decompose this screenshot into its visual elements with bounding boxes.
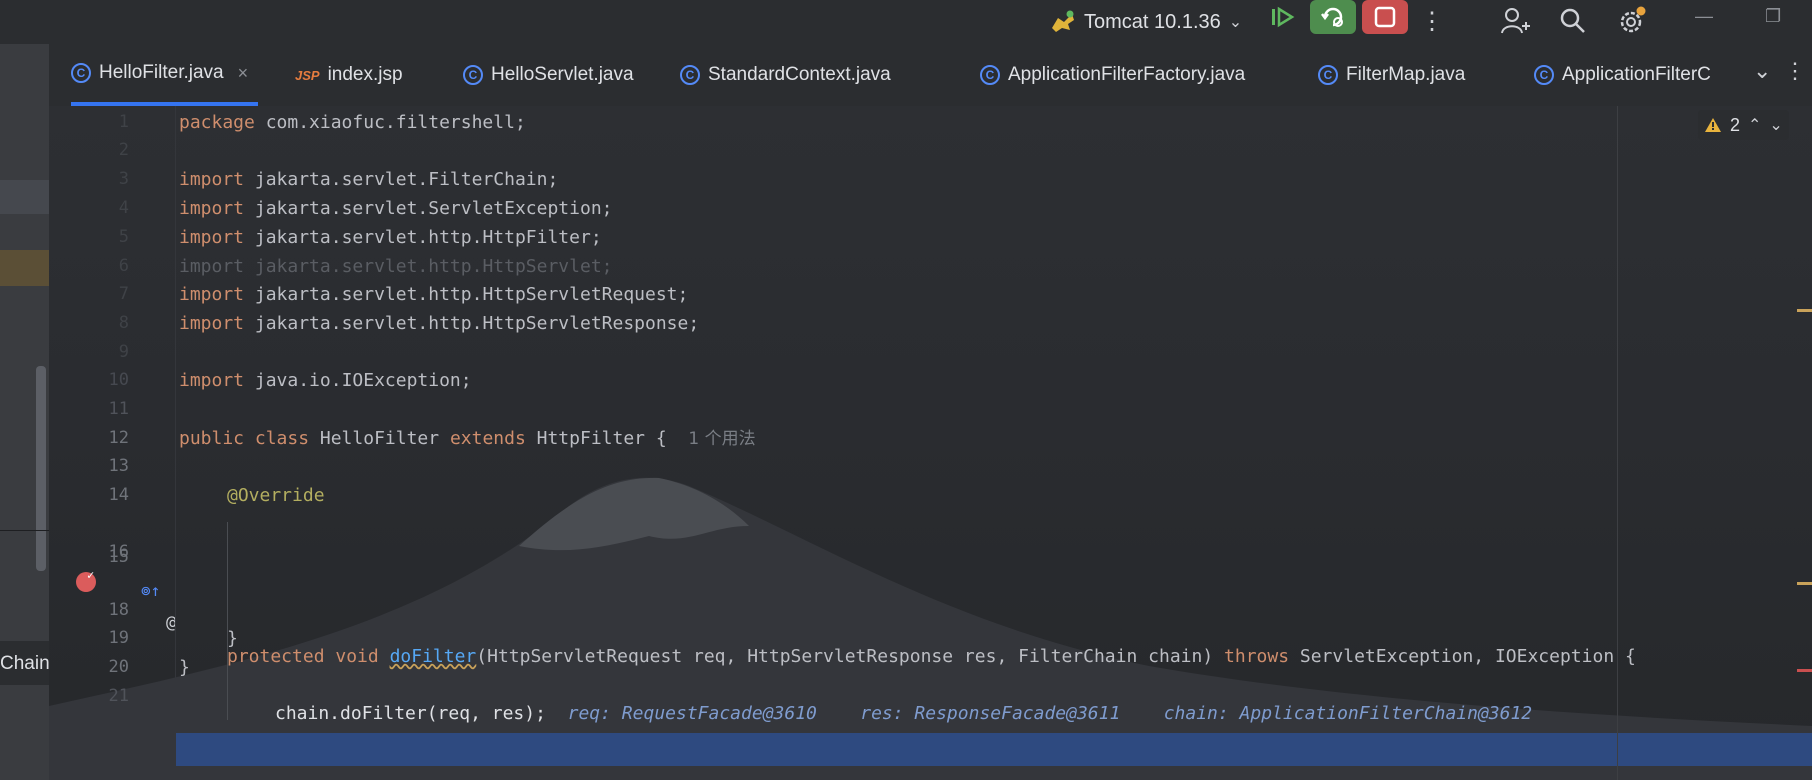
class-icon: C <box>680 65 700 85</box>
chevron-down-icon[interactable]: ⌄ <box>1769 115 1782 135</box>
class-icon: C <box>980 65 1000 85</box>
tab-label: index.jsp <box>327 64 403 85</box>
code-text: jakarta.servlet.http.HttpServletResponse… <box>244 313 700 334</box>
run-config-label: Tomcat 10.1.36 <box>1084 10 1221 33</box>
minimize-icon[interactable]: — <box>1695 6 1713 27</box>
chevron-down-icon[interactable]: ⌄ <box>1229 12 1242 32</box>
tabs-overflow-chevron-icon[interactable]: ⌄ <box>1753 58 1771 84</box>
tab-label: ApplicationFilterFactory.java <box>1008 64 1246 85</box>
restore-icon[interactable]: ❐ <box>1765 6 1781 27</box>
side-fragment-text: Chain) <box>0 653 56 674</box>
code-text: java.io.IOException; <box>244 370 472 391</box>
keyword: public class <box>179 428 310 449</box>
execution-point-highlight <box>175 733 1812 766</box>
code-text: HttpFilter { <box>525 428 667 449</box>
search-icon[interactable] <box>1555 6 1591 36</box>
keyword: import <box>179 313 245 334</box>
resume-icon <box>1272 6 1295 28</box>
code-text: jakarta.servlet.http.HttpFilter; <box>244 227 602 248</box>
code-text: } <box>227 628 238 649</box>
class-icon: C <box>71 63 91 83</box>
breakpoint-check-icon: ✓ <box>87 568 95 582</box>
keyword: import <box>179 370 245 391</box>
class-icon: C <box>1318 65 1338 85</box>
keyword: import <box>179 227 245 248</box>
tab-label: ApplicationFilterC <box>1562 64 1711 85</box>
panel-divider <box>0 530 49 531</box>
class-icon: C <box>1534 65 1554 85</box>
tab-applicationfilterfactory[interactable]: C ApplicationFilterFactory.java <box>980 44 1245 106</box>
right-margin-guide <box>1617 106 1618 780</box>
tomcat-icon <box>1050 10 1076 34</box>
stop-icon <box>1374 6 1396 28</box>
warning-stripe-marker[interactable] <box>1797 582 1812 585</box>
warning-icon <box>1705 118 1721 132</box>
project-panel-row[interactable] <box>0 180 49 214</box>
tabs-more-icon[interactable]: ⋮ <box>1784 58 1806 84</box>
keyword: import <box>179 256 245 277</box>
gutter-separator <box>175 106 176 780</box>
class-icon: C <box>463 65 483 85</box>
tab-hellofilter[interactable]: C HelloFilter.java × <box>71 44 259 106</box>
more-icon[interactable]: ⋮ <box>1414 6 1450 36</box>
code-editor[interactable]: 1 package com.xiaofuc.filtershell; 2 3 imp… <box>49 106 1812 780</box>
code-text: jakarta.servlet.ServletException; <box>244 198 613 219</box>
block-guide <box>227 522 228 720</box>
project-panel: Chain) <box>0 44 56 780</box>
tab-label: FilterMap.java <box>1346 64 1466 85</box>
unused-import-text: jakarta.servlet.http.HttpServlet; <box>244 256 613 277</box>
project-panel-row-selected[interactable] <box>0 250 49 286</box>
resume-button[interactable] <box>1260 0 1306 34</box>
keyword: import <box>179 198 245 219</box>
code-text: jakarta.servlet.FilterChain; <box>244 169 559 190</box>
code-text: jakarta.servlet.http.HttpServletRequest; <box>244 284 689 305</box>
tab-label: HelloServlet.java <box>491 64 634 85</box>
stop-button[interactable] <box>1362 0 1408 34</box>
tab-applicationfilterchain[interactable]: C ApplicationFilterC <box>1534 44 1759 106</box>
class-name: HelloFilter <box>309 428 450 449</box>
close-icon[interactable]: × <box>238 63 249 84</box>
tab-standardcontext[interactable]: C StandardContext.java <box>680 44 891 106</box>
add-user-icon[interactable] <box>1497 6 1533 36</box>
keyword: package <box>179 112 255 133</box>
warning-count: 2 <box>1730 114 1741 135</box>
usages-hint[interactable]: 1 个用法 <box>688 429 755 449</box>
tab-filtermap[interactable]: C FilterMap.java <box>1318 44 1465 106</box>
keyword: import <box>179 169 245 190</box>
editor-tabs: C HelloFilter.java × JSP index.jsp C Hel… <box>49 44 1812 107</box>
tab-label: StandardContext.java <box>708 64 891 85</box>
code-text: } <box>179 657 190 678</box>
line-number: 21 <box>108 686 129 706</box>
tab-helloservlet[interactable]: C HelloServlet.java <box>463 44 634 106</box>
project-panel-scrollbar[interactable] <box>36 366 46 571</box>
tab-label: HelloFilter.java <box>99 62 224 83</box>
rerun-debug-button[interactable] <box>1310 0 1356 34</box>
settings-icon[interactable] <box>1614 6 1650 36</box>
warning-stripe-marker[interactable] <box>1797 309 1812 312</box>
code-line-21[interactable]: 21 <box>49 680 1812 713</box>
jsp-icon: JSP <box>295 67 320 83</box>
rerun-debug-icon <box>1321 7 1343 27</box>
keyword: extends <box>449 428 526 449</box>
error-stripe-marker[interactable] <box>1797 669 1812 672</box>
chevron-up-icon[interactable]: ⌃ <box>1748 115 1761 135</box>
inspection-widget[interactable]: 2 ⌃ ⌄ <box>1698 110 1789 140</box>
main-toolbar: Tomcat 10.1.36 ⌄ ⋮ — ❐ <box>0 0 1812 44</box>
tab-index-jsp[interactable]: JSP index.jsp <box>295 44 403 106</box>
run-config-selector[interactable]: Tomcat 10.1.36 ⌄ <box>1050 8 1242 36</box>
annotation: @Override <box>227 485 325 506</box>
keyword: import <box>179 284 245 305</box>
code-text: com.xiaofuc.filtershell; <box>254 112 526 133</box>
